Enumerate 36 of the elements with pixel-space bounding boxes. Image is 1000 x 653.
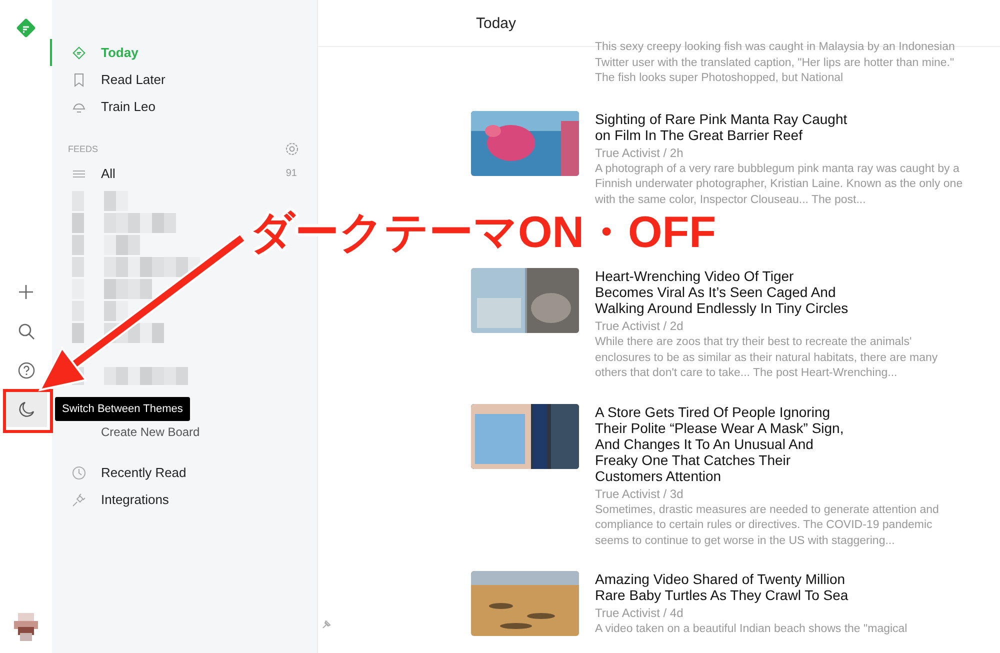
settings-icon[interactable] bbox=[285, 142, 299, 156]
nav-item[interactable]: Read Later bbox=[50, 66, 317, 93]
article-summary: This sexy creepy looking fish was caught in Malaysia by an Indonesian Twitter user with the translated caption, "Her lips are hotter than mine." The fish looks super Photoshopped, but National bbox=[595, 40, 956, 86]
article-source: True Activist / 3d bbox=[595, 486, 684, 502]
article-summary: While there are zoos that try their best to recreate the animals' enclosures to be as similar as their natural habitats, there are many others that don't care to take... The post Heart-Wrenching... bbox=[595, 335, 939, 381]
rail-button[interactable] bbox=[5, 391, 47, 427]
article-title[interactable]: Heart-Wrenching Video Of Tiger Becomes Viral As It’s Seen Caged And Walking Around Endlessly In Tiny Circles bbox=[595, 268, 853, 316]
bookmark-icon bbox=[72, 72, 86, 86]
pin-icon[interactable] bbox=[321, 620, 331, 630]
add-icon bbox=[18, 284, 34, 300]
search-icon bbox=[18, 322, 34, 340]
article-title[interactable]: A Store Gets Tired Of People Ignoring Their Polite “Please Wear A Mask” Sign, And Changes It To An Unusual And Freaky One That Catches Their Customers Attention bbox=[595, 404, 853, 484]
clock-icon bbox=[72, 466, 86, 480]
article-source: True Activist / 4d bbox=[595, 605, 684, 621]
create-board-link[interactable]: Create New Board bbox=[52, 421, 200, 443]
avatar[interactable] bbox=[14, 613, 38, 641]
annotation-text: ダークテーマON・OFF bbox=[250, 211, 716, 255]
article-summary: A video taken on a beautiful Indian beach shows the "magical bbox=[595, 622, 908, 637]
article-source: True Activist / 2d bbox=[595, 318, 684, 334]
moon-icon bbox=[18, 400, 34, 418]
article-title[interactable]: Sighting of Rare Pink Manta Ray Caught on Film In The Great Barrier Reef bbox=[595, 110, 853, 142]
today-icon bbox=[72, 46, 86, 60]
help-icon bbox=[18, 362, 34, 378]
article-source: True Activist / 2h bbox=[595, 144, 684, 160]
tooltip: Switch Between Themes bbox=[55, 397, 190, 421]
section-heading: FEEDS bbox=[68, 144, 98, 154]
article-summary: A photograph of a very rare bubblegum pink manta ray was caught by a Finnish underwater photographer, Kristian Laine. Known as the only one with the same color, Inspector Clouseau... The post... bbox=[595, 162, 963, 208]
highlight-box bbox=[3, 389, 53, 433]
nav-item[interactable]: Recently Read bbox=[50, 459, 317, 486]
article-summary: Sometimes, drastic measures are needed to generate attention and compliance to certain rules or directives. The COVID-19 pandemic seems to continue to get worse in the US with staggering... bbox=[595, 502, 940, 548]
nav-item[interactable]: Train Leo bbox=[50, 93, 317, 120]
feed-item[interactable]: All 91 bbox=[50, 160, 317, 187]
article-title[interactable]: Amazing Video Shared of Twenty Million Rare Baby Turtles As They Crawl To Sea bbox=[595, 571, 853, 603]
page-title: Today bbox=[476, 14, 516, 32]
nav-item[interactable]: Integrations bbox=[50, 486, 317, 513]
plug-icon bbox=[72, 492, 86, 506]
